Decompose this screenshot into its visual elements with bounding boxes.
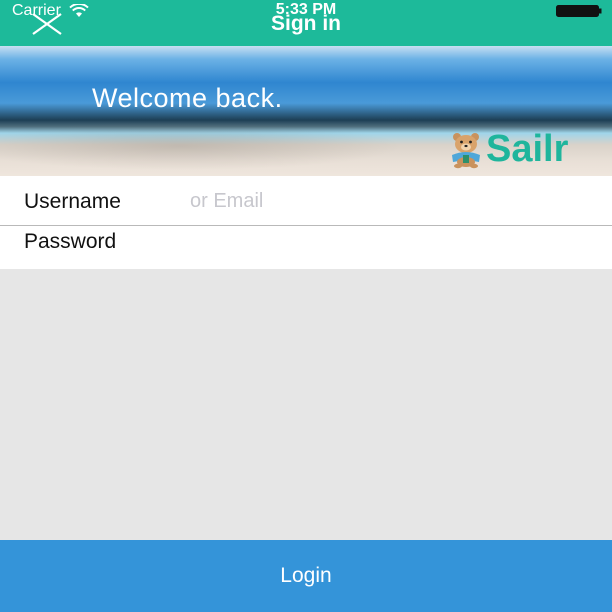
sign-in-screen: Carrier 5:33 PM Sign in Welcome back. Sa… [0, 0, 612, 612]
bear-mascot-icon [452, 133, 480, 169]
password-label: Password [24, 230, 117, 253]
password-row: Password [0, 226, 612, 269]
logo-text: Sailr [486, 128, 569, 170]
username-row: Username [0, 176, 612, 225]
username-input[interactable] [190, 188, 590, 214]
login-form: Username Password [0, 176, 612, 269]
page-title: Sign in [271, 12, 341, 35]
welcome-heading: Welcome back. [92, 83, 283, 113]
login-button[interactable]: Login [0, 540, 612, 612]
top-bar: Carrier 5:33 PM Sign in [0, 0, 612, 46]
hero-banner: Welcome back. Sailr [0, 46, 612, 176]
app-logo: Sailr [446, 128, 568, 170]
password-input[interactable] [190, 230, 590, 256]
username-label: Username [24, 190, 121, 213]
